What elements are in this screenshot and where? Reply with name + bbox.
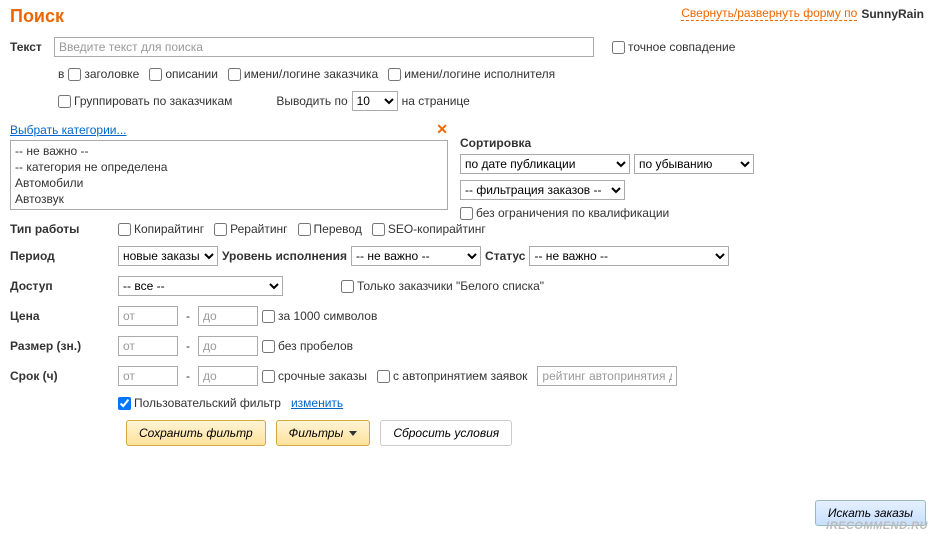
save-filter-button[interactable]: Сохранить фильтр (126, 420, 266, 446)
sort-title: Сортировка (460, 136, 754, 150)
categories-list[interactable]: -- не важно -- -- категория не определен… (10, 140, 448, 210)
term-label: Срок (ч) (10, 369, 114, 383)
status-select[interactable]: -- не важно -- (529, 246, 729, 266)
page-title: Поиск (10, 6, 64, 27)
term-to-input[interactable] (198, 366, 258, 386)
translation-checkbox[interactable] (298, 223, 311, 236)
size-from-input[interactable] (118, 336, 178, 356)
group-by-customer-checkbox[interactable] (58, 95, 71, 108)
in-customer-checkbox[interactable] (228, 68, 241, 81)
no-qualification-checkbox[interactable] (460, 207, 473, 220)
clear-categories-icon[interactable]: ✕ (436, 121, 448, 138)
change-filter-link[interactable]: изменить (291, 396, 343, 410)
auto-accept-checkbox[interactable] (377, 370, 390, 383)
list-item[interactable]: -- не важно -- (13, 143, 445, 159)
rewriting-checkbox[interactable] (214, 223, 227, 236)
per-page-select[interactable]: 10 (352, 91, 398, 111)
auto-rating-input[interactable] (537, 366, 677, 386)
term-from-input[interactable] (118, 366, 178, 386)
output-by-label: Выводить по (276, 94, 347, 108)
username: SunnyRain (861, 7, 924, 21)
in-prefix: в (58, 67, 64, 81)
whitelist-checkbox[interactable] (341, 280, 354, 293)
watermark: IRECOMMEND.RU (826, 520, 928, 532)
per-page-suffix: на странице (402, 94, 470, 108)
order-filter-select[interactable]: -- фильтрация заказов -- (460, 180, 625, 200)
filters-button[interactable]: Фильтры (276, 420, 371, 446)
text-label: Текст (10, 40, 50, 54)
status-label: Статус (485, 249, 525, 263)
seo-checkbox[interactable] (372, 223, 385, 236)
urgent-checkbox[interactable] (262, 370, 275, 383)
access-select[interactable]: -- все -- (118, 276, 283, 296)
work-type-label: Тип работы (10, 222, 114, 236)
sort-dir-select[interactable]: по убыванию (634, 154, 754, 174)
exact-match-label: точное совпадение (628, 40, 735, 54)
size-to-input[interactable] (198, 336, 258, 356)
in-desc-checkbox[interactable] (149, 68, 162, 81)
list-item[interactable]: Автозвук (13, 191, 445, 207)
level-label: Уровень исполнения (222, 249, 347, 263)
price-from-input[interactable] (118, 306, 178, 326)
search-text-input[interactable] (54, 37, 594, 57)
reset-button[interactable]: Сбросить условия (380, 420, 512, 446)
sort-by-select[interactable]: по дате публикации (460, 154, 630, 174)
chevron-down-icon (349, 431, 357, 436)
price-to-input[interactable] (198, 306, 258, 326)
per-1000-checkbox[interactable] (262, 310, 275, 323)
in-title-checkbox[interactable] (68, 68, 81, 81)
toggle-form-link[interactable]: Свернуть/развернуть форму по (681, 6, 857, 21)
period-select[interactable]: новые заказы (118, 246, 218, 266)
copywriting-checkbox[interactable] (118, 223, 131, 236)
level-select[interactable]: -- не важно -- (351, 246, 481, 266)
size-label: Размер (зн.) (10, 339, 114, 353)
choose-categories-link[interactable]: Выбрать категории... (10, 123, 127, 137)
user-filter-checkbox[interactable] (118, 397, 131, 410)
access-label: Доступ (10, 279, 114, 293)
exact-match-checkbox[interactable] (612, 41, 625, 54)
list-item[interactable]: Автомобили (13, 175, 445, 191)
no-spaces-checkbox[interactable] (262, 340, 275, 353)
list-item[interactable]: -- категория не определена (13, 159, 445, 175)
in-executor-checkbox[interactable] (388, 68, 401, 81)
period-label: Период (10, 249, 114, 263)
price-label: Цена (10, 309, 114, 323)
